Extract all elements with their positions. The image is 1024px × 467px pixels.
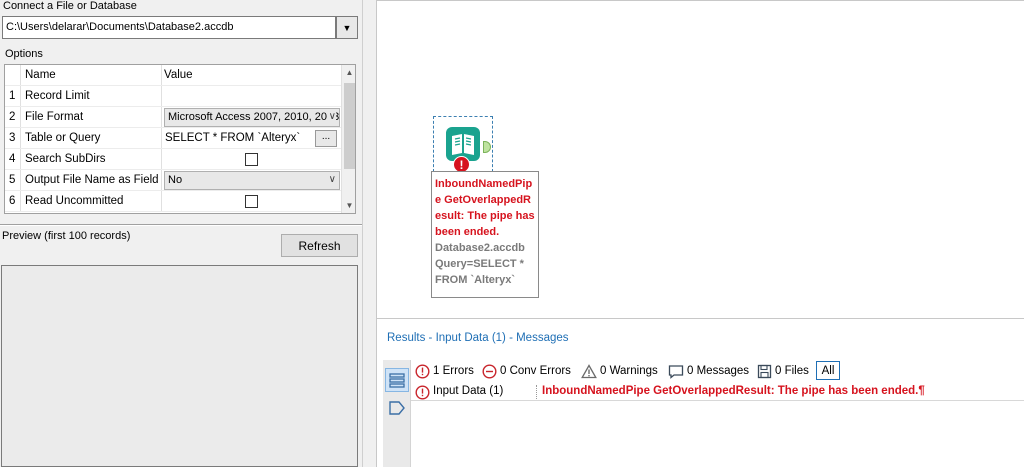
filter-messages[interactable]: 0 Messages [668, 362, 749, 380]
scroll-down-icon[interactable]: ▼ [342, 198, 355, 213]
message-icon [668, 364, 684, 379]
workflow-canvas[interactable]: ! InboundNamedPipe GetOverlappedResult: … [376, 0, 1024, 318]
scroll-up-icon[interactable]: ▲ [342, 65, 355, 80]
option-row-read-uncommitted[interactable]: 6 Read Uncommitted [5, 191, 341, 212]
error-circle-icon [415, 363, 430, 379]
filter-warnings[interactable]: 0 Warnings [581, 362, 658, 380]
messages-view-tab[interactable] [385, 368, 409, 392]
table-query-input[interactable]: SELECT * FROM `Alteryx` [165, 132, 313, 144]
scroll-thumb[interactable] [344, 83, 355, 169]
save-icon [757, 364, 772, 378]
results-title: Results - Input Data (1) - Messages [387, 332, 569, 344]
refresh-button[interactable]: Refresh [281, 234, 358, 257]
search-subdirs-checkbox[interactable] [245, 153, 258, 166]
options-grid: Name Value 1 Record Limit 2 File Format … [4, 64, 356, 214]
chevron-down-icon: ∨ [326, 174, 336, 185]
preview-label: Preview (first 100 records) [2, 230, 131, 242]
panel-splitter[interactable] [0, 224, 362, 226]
filter-conv-errors[interactable]: 0 Conv Errors [482, 362, 571, 380]
chevron-down-icon: ▼ [342, 22, 352, 33]
annotation-meta-text: Database2.accdb Query=SELECT * FROM `Alt… [435, 242, 525, 286]
option-row-table-or-query[interactable]: 3 Table or Query SELECT * FROM `Alteryx`… [5, 128, 341, 149]
message-text: InboundNamedPipe GetOverlappedResult: Th… [542, 385, 925, 397]
option-row-record-limit[interactable]: 1 Record Limit [5, 86, 341, 107]
results-side-tabs [383, 360, 411, 467]
record-limit-input[interactable] [161, 86, 341, 106]
filter-errors[interactable]: 1 Errors [415, 362, 474, 380]
list-icon [389, 373, 405, 388]
annotation-error-text: InboundNamedPipe GetOverlappedResult: Th… [435, 178, 535, 238]
message-filter-bar: 1 Errors 0 Conv Errors 0 Warnings 0 Mess… [411, 360, 1024, 382]
table-query-browse-button[interactable]: ... [315, 130, 337, 147]
preview-grid[interactable] [1, 265, 358, 467]
column-header-name: Name [25, 69, 56, 81]
connect-label: Connect a File or Database [3, 0, 137, 12]
panel-resize-handle[interactable] [362, 0, 367, 467]
message-tool-name: Input Data (1) [433, 385, 504, 397]
tag-icon [389, 401, 405, 415]
read-uncommitted-checkbox[interactable] [245, 195, 258, 208]
tool-annotation: InboundNamedPipe GetOverlappedResult: Th… [431, 171, 539, 298]
column-header-value: Value [161, 65, 341, 85]
options-label: Options [5, 48, 43, 60]
file-path-dropdown-button[interactable]: ▼ [336, 16, 358, 39]
chevron-down-icon: ∨ [326, 111, 336, 122]
option-row-file-format[interactable]: 2 File Format Microsoft Access 2007, 201… [5, 107, 341, 128]
grid-header-row: Name Value [5, 65, 341, 86]
file-format-select[interactable]: Microsoft Access 2007, 2010, 2013, 2016 … [164, 108, 340, 127]
filter-files[interactable]: 0 Files [757, 362, 809, 380]
error-circle-icon [415, 385, 430, 400]
message-row[interactable]: Input Data (1) InboundNamedPipe GetOverl… [411, 383, 1024, 401]
results-panel: Results - Input Data (1) - Messages 1 Er… [376, 318, 1024, 467]
options-scrollbar[interactable]: ▲ ▼ [341, 65, 355, 213]
output-file-name-select[interactable]: No ∨ [164, 171, 340, 190]
tag-view-tab[interactable] [385, 396, 409, 420]
conv-error-icon [482, 363, 497, 379]
option-row-search-subdirs[interactable]: 4 Search SubDirs [5, 149, 341, 170]
configuration-panel: Connect a File or Database C:\Users\dela… [0, 0, 367, 467]
warning-icon [581, 363, 597, 378]
option-row-output-file-name[interactable]: 5 Output File Name as Field No ∨ [5, 170, 341, 191]
filter-all-button[interactable]: All [816, 361, 840, 380]
file-path-input[interactable]: C:\Users\delarar\Documents\Database2.acc… [2, 16, 336, 39]
